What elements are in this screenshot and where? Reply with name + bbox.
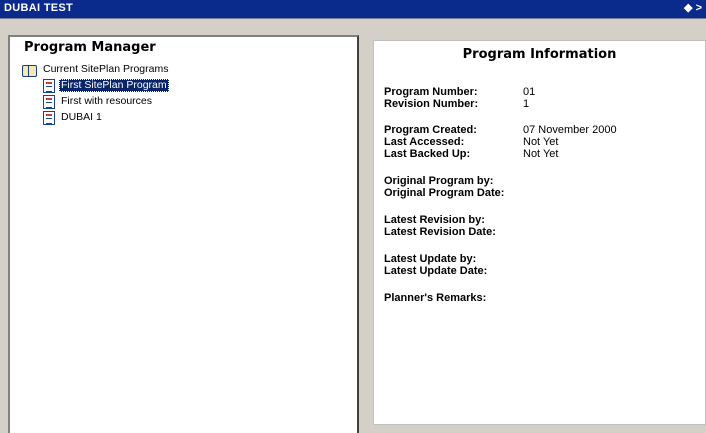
pane-splitter[interactable] [359, 35, 369, 433]
field-label: Program Number: [384, 86, 478, 98]
field-value: Not Yet [523, 148, 559, 160]
field-label: Program Created: [384, 124, 477, 136]
field-value: 07 November 2000 [523, 124, 617, 136]
field-latest-revision-date: Latest Revision Date: [384, 226, 523, 238]
title-bar: DUBAI TEST ◆ > [0, 0, 706, 19]
field-latest-revision-by: Latest Revision by: [384, 214, 523, 226]
field-program-created: Program Created: 07 November 2000 [384, 124, 617, 136]
field-label: Latest Update Date: [384, 265, 488, 277]
field-label: Latest Revision Date: [384, 226, 496, 238]
field-label: Last Accessed: [384, 136, 465, 148]
program-document-icon [43, 78, 55, 93]
program-manager-title: Program Manager [24, 40, 156, 55]
field-label: Latest Revision by: [384, 214, 485, 226]
tree-item-label: First SitePlan Program [59, 79, 169, 92]
field-label: Planner's Remarks: [384, 292, 487, 304]
field-original-program-date: Original Program Date: [384, 187, 523, 199]
field-label: Original Program Date: [384, 187, 505, 199]
window-title: DUBAI TEST [4, 2, 73, 14]
program-information-title: Program Information [462, 47, 617, 62]
open-book-icon [22, 64, 37, 77]
tree-item-first-with-resources[interactable]: First with resources [43, 94, 170, 109]
field-last-accessed: Last Accessed: Not Yet [384, 136, 558, 148]
field-value: Not Yet [523, 136, 559, 148]
tree-item-first-siteplan-program[interactable]: First SitePlan Program [43, 78, 170, 93]
tree-root-item[interactable]: Current SitePlan Programs [22, 62, 170, 77]
field-latest-update-date: Latest Update Date: [384, 265, 523, 277]
field-last-backed-up: Last Backed Up: Not Yet [384, 148, 558, 160]
field-label: Revision Number: [384, 98, 479, 110]
tree-item-dubai-1[interactable]: DUBAI 1 [43, 110, 170, 125]
field-planners-remarks: Planner's Remarks: [384, 292, 523, 304]
tree-item-label: First with resources [61, 95, 153, 107]
program-document-icon [43, 110, 55, 125]
field-original-program-by: Original Program by: [384, 175, 523, 187]
program-information-pane: Program Information Program Number: 01 R… [373, 40, 706, 425]
tree-root-label: Current SitePlan Programs [43, 63, 169, 75]
field-label: Last Backed Up: [384, 148, 471, 160]
field-label: Latest Update by: [384, 253, 477, 265]
program-tree: Current SitePlan Programs First SitePlan… [22, 62, 170, 125]
field-value: 1 [523, 98, 530, 110]
field-revision-number: Revision Number: 1 [384, 98, 529, 110]
window-control-icon[interactable]: ◆ > [684, 1, 702, 14]
tree-item-label: DUBAI 1 [61, 111, 102, 123]
field-program-number: Program Number: 01 [384, 86, 535, 98]
program-manager-pane: Program Manager Current SitePlan Program… [8, 35, 359, 433]
field-value: 01 [523, 86, 536, 98]
field-label: Original Program by: [384, 175, 494, 187]
program-document-icon [43, 94, 55, 109]
field-latest-update-by: Latest Update by: [384, 253, 523, 265]
